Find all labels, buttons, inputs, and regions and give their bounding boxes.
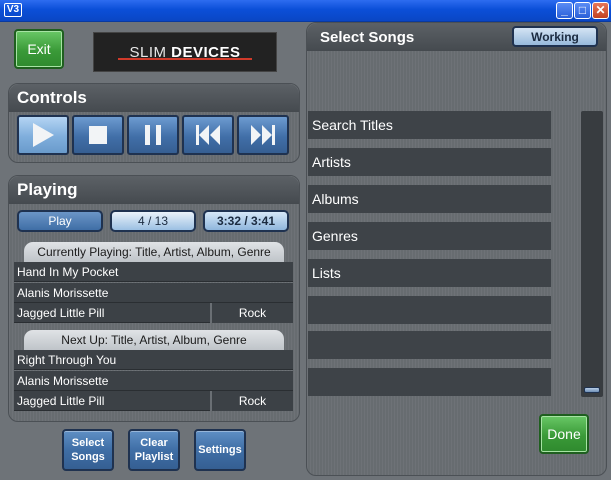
previous-icon xyxy=(196,125,220,145)
list-item-lists[interactable]: Lists xyxy=(308,259,551,287)
play-icon xyxy=(33,123,54,147)
window-title: V3 xyxy=(4,3,22,17)
pause-button[interactable] xyxy=(127,115,179,155)
list-item-albums[interactable]: Albums xyxy=(308,185,551,213)
list-item-empty-2[interactable] xyxy=(308,331,551,359)
working-status-button[interactable]: Working xyxy=(512,26,598,47)
minimize-button[interactable]: _ xyxy=(556,2,573,19)
list-scrollbar[interactable] xyxy=(581,111,603,397)
time-indicator: 3:32 / 3:41 xyxy=(203,210,289,232)
currently-playing-header: Currently Playing: Title, Artist, Album,… xyxy=(24,242,284,262)
track-position-indicator: 4 / 13 xyxy=(110,210,196,232)
slim-devices-logo: SLIM DEVICES xyxy=(93,32,277,72)
clear-playlist-label-2: Playlist xyxy=(134,451,174,463)
current-genre: Rock xyxy=(210,303,293,323)
done-button[interactable]: Done xyxy=(539,414,589,454)
select-songs-label-1: Select xyxy=(71,437,105,449)
pause-icon xyxy=(145,125,161,145)
maximize-button[interactable]: □ xyxy=(574,2,591,19)
next-genre: Rock xyxy=(210,391,293,411)
next-icon xyxy=(251,125,275,145)
close-button[interactable]: ✕ xyxy=(592,2,609,19)
settings-button[interactable]: Settings xyxy=(194,429,246,471)
title-bar: V3 _ □ ✕ xyxy=(0,0,611,22)
play-button[interactable] xyxy=(17,115,69,155)
exit-button[interactable]: Exit xyxy=(14,29,64,69)
select-songs-label-2: Songs xyxy=(71,451,105,463)
next-title: Right Through You xyxy=(14,350,293,370)
list-item-search-titles[interactable]: Search Titles xyxy=(308,111,551,139)
list-item-empty-3[interactable] xyxy=(308,368,551,396)
current-title: Hand In My Pocket xyxy=(14,262,293,282)
play-mode-indicator: Play xyxy=(17,210,103,232)
clear-playlist-button[interactable]: Clear Playlist xyxy=(128,429,180,471)
next-up-header: Next Up: Title, Artist, Album, Genre xyxy=(24,330,284,350)
controls-title: Controls xyxy=(9,84,299,112)
stop-button[interactable] xyxy=(72,115,124,155)
stop-icon xyxy=(89,126,107,144)
list-item-genres[interactable]: Genres xyxy=(308,222,551,250)
next-artist: Alanis Morissette xyxy=(14,371,293,391)
next-album: Jagged Little Pill xyxy=(14,391,210,411)
scroll-thumb[interactable] xyxy=(584,387,600,393)
current-artist: Alanis Morissette xyxy=(14,283,293,303)
clear-playlist-label-1: Clear xyxy=(140,437,168,449)
select-songs-button[interactable]: Select Songs xyxy=(62,429,114,471)
playing-title: Playing xyxy=(9,176,299,204)
previous-button[interactable] xyxy=(182,115,234,155)
logo-underline xyxy=(118,58,252,60)
next-button[interactable] xyxy=(237,115,289,155)
list-item-empty-1[interactable] xyxy=(308,296,551,324)
list-item-artists[interactable]: Artists xyxy=(308,148,551,176)
current-album: Jagged Little Pill xyxy=(14,303,210,323)
